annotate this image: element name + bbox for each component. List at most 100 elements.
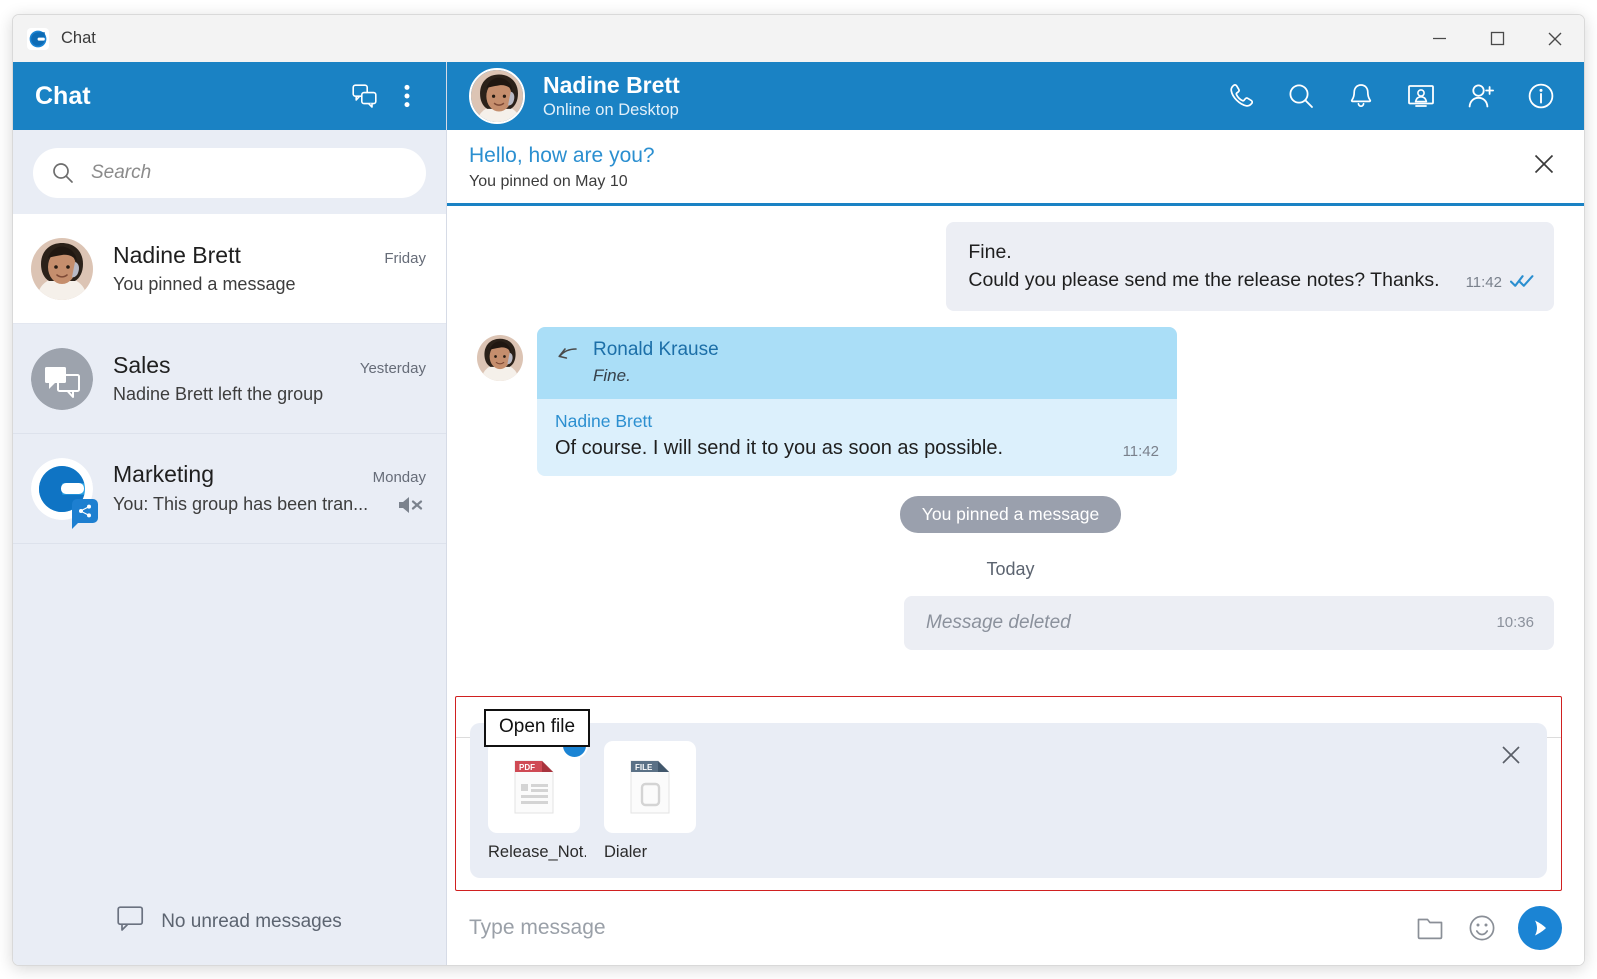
- search-icon: [53, 163, 73, 183]
- close-button[interactable]: [1526, 15, 1584, 62]
- chat-list: Nadine Brett Friday You pinned a message: [13, 214, 446, 879]
- close-icon: [1502, 746, 1520, 764]
- message-time: 11:42: [1465, 274, 1502, 292]
- chat-item-texts: Marketing Monday You: This group has bee…: [113, 461, 426, 517]
- message-row-incoming: Ronald Krause Fine. Nadine Brett Of cour…: [467, 326, 1554, 476]
- add-participant-button[interactable]: [1452, 70, 1510, 122]
- minimize-button[interactable]: [1410, 15, 1468, 62]
- search-container: [13, 130, 446, 214]
- avatar: [477, 334, 523, 381]
- close-attachments-button[interactable]: [1493, 737, 1529, 773]
- g-logo-icon: [27, 27, 49, 50]
- chat-item-name: Sales: [113, 352, 171, 378]
- message-line-2: Could you please send me the release not…: [968, 269, 1440, 292]
- phone-icon: [1230, 84, 1254, 107]
- smiley-icon: [1469, 915, 1495, 941]
- group-chat-icon: [31, 347, 93, 410]
- bell-icon: [1350, 84, 1372, 108]
- window-title: Chat: [61, 29, 96, 47]
- conversation-title: Nadine Brett: [543, 72, 680, 98]
- maximize-button[interactable]: [1468, 15, 1526, 62]
- double-check-icon: [1509, 273, 1534, 293]
- quoted-author: Ronald Krause: [593, 338, 719, 360]
- chat-item-texts: Nadine Brett Friday You pinned a message: [113, 242, 426, 295]
- chat-item-name: Nadine Brett: [113, 242, 241, 268]
- chats-icon[interactable]: [344, 75, 386, 117]
- search-input[interactable]: [91, 162, 408, 184]
- svg-text:PDF: PDF: [519, 763, 535, 772]
- reply-arrow-icon: [555, 345, 579, 370]
- kebab-menu-icon[interactable]: [386, 75, 428, 117]
- unread-status-label: No unread messages: [161, 911, 342, 932]
- pinned-texts: Hello, how are you? You pinned on May 10: [469, 144, 1524, 191]
- chat-item-time: Monday: [372, 468, 426, 486]
- screen-share-button[interactable]: [1392, 70, 1450, 122]
- chat-item-preview: Nadine Brett left the group: [113, 384, 324, 404]
- close-icon: [1534, 154, 1554, 174]
- system-message-pill: You pinned a message: [899, 495, 1122, 533]
- day-separator: Today: [986, 558, 1035, 579]
- message-author: Nadine Brett: [555, 410, 653, 431]
- attachment-item-release-notes[interactable]: PDF Release_Not...: [488, 732, 588, 862]
- quoted-message[interactable]: Ronald Krause Fine.: [537, 326, 1177, 399]
- search-icon: [1289, 84, 1313, 108]
- pdf-file-icon: PDF: [514, 760, 554, 814]
- chat-application-window: Chat Chat Search Nadine Brett Friday You…: [12, 14, 1585, 966]
- chat-list-item-marketing[interactable]: Marketing Monday You: This group has bee…: [13, 434, 446, 544]
- quoted-text: Fine.: [593, 365, 631, 385]
- message-text: Fine. Could you please send me the relea…: [968, 238, 1439, 295]
- quoted-texts: Ronald Krause Fine.: [593, 339, 719, 386]
- chat-list-item-nadine-brett[interactable]: Nadine Brett Friday You pinned a message: [13, 214, 446, 324]
- sidebar-header: Chat: [13, 62, 446, 130]
- attachment-tile[interactable]: FILE: [604, 741, 696, 833]
- message-input[interactable]: [469, 916, 1404, 940]
- sidebar: Chat Search Nadine Brett Friday You pinn…: [13, 62, 447, 965]
- message-line-1: Fine.: [968, 241, 1012, 263]
- attachment-zone-highlight: Open file PDF Release_Not FILE Dialer: [455, 696, 1562, 891]
- info-icon: [1528, 83, 1554, 109]
- pinned-message-bar[interactable]: Hello, how are you? You pinned on May 10: [447, 130, 1584, 206]
- attach-file-button[interactable]: [1404, 902, 1456, 954]
- message-list: Fine. Could you please send me the relea…: [447, 206, 1584, 686]
- message-time: 11:42: [1122, 442, 1159, 460]
- message-bubble-deleted[interactable]: Message deleted 10:36: [904, 595, 1554, 650]
- share-badge-icon: [72, 498, 98, 529]
- message-meta: 11:42: [1466, 273, 1534, 295]
- chat-list-item-sales[interactable]: Sales Yesterday Nadine Brett left the gr…: [13, 324, 446, 434]
- sidebar-title: Chat: [35, 81, 91, 110]
- generic-file-icon: FILE: [630, 760, 670, 814]
- call-button[interactable]: [1212, 70, 1270, 122]
- send-icon: [1535, 920, 1546, 936]
- screen-share-icon: [1408, 85, 1434, 107]
- conversation-header: Nadine Brett Online on Desktop: [447, 62, 1584, 130]
- emoji-button[interactable]: [1456, 902, 1508, 954]
- search-box[interactable]: [33, 148, 426, 198]
- chat-item-name: Marketing: [113, 460, 214, 487]
- attachment-filename: Dialer: [604, 843, 648, 861]
- conversation-identity: Nadine Brett Online on Desktop: [543, 72, 1212, 120]
- attachment-item-dialer[interactable]: FILE Dialer: [604, 741, 702, 862]
- window-titlebar: Chat: [13, 15, 1584, 62]
- message-bubble-incoming[interactable]: Ronald Krause Fine. Nadine Brett Of cour…: [537, 326, 1177, 476]
- chat-item-texts: Sales Yesterday Nadine Brett left the gr…: [113, 352, 426, 405]
- conversation-actions: [1212, 70, 1570, 122]
- pinned-message-meta: You pinned on May 10: [469, 173, 628, 190]
- avatar: [469, 68, 525, 124]
- message-bubble-outgoing[interactable]: Fine. Could you please send me the relea…: [946, 222, 1554, 311]
- info-button[interactable]: [1512, 70, 1570, 122]
- notifications-button[interactable]: [1332, 70, 1390, 122]
- desktop-background: Chat Chat Search Nadine Brett Friday You…: [0, 0, 1597, 979]
- message-time: 10:36: [1496, 614, 1534, 632]
- search-messages-button[interactable]: [1272, 70, 1330, 122]
- avatar: [31, 347, 93, 410]
- close-pinned-button[interactable]: [1524, 144, 1564, 184]
- chat-item-preview: You pinned a message: [113, 274, 296, 294]
- sidebar-footer: No unread messages: [13, 879, 446, 965]
- avatar: [31, 237, 93, 300]
- attachment-tile[interactable]: PDF: [488, 732, 588, 833]
- send-button[interactable]: [1518, 906, 1562, 950]
- chat-item-time: Yesterday: [359, 360, 426, 377]
- window-controls: [1410, 15, 1584, 62]
- folder-icon: [1417, 918, 1443, 940]
- conversation-status: Online on Desktop: [543, 101, 679, 119]
